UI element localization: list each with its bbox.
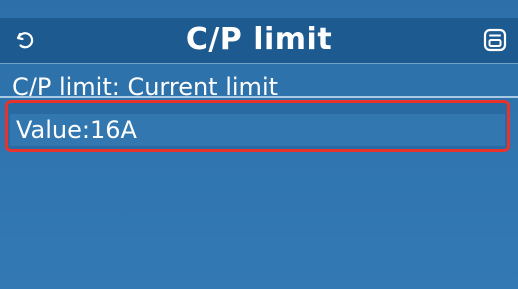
header-bar: C/P limit [0,18,518,63]
save-icon[interactable] [483,28,507,52]
value-label: Value:16A [16,116,137,144]
page-title: C/P limit [185,22,333,57]
row-divider [0,96,518,98]
list-item-value-selected[interactable]: Value:16A [5,100,510,152]
header-divider [0,63,518,64]
list-item-limit-mode[interactable]: C/P limit: Current limit [0,66,518,96]
limit-mode-label: C/P limit: Current limit [12,73,279,96]
value-row-highlight: Value:16A [10,114,505,146]
controller-screen: C/P limit C/P limit: Current limit Value… [0,0,518,289]
